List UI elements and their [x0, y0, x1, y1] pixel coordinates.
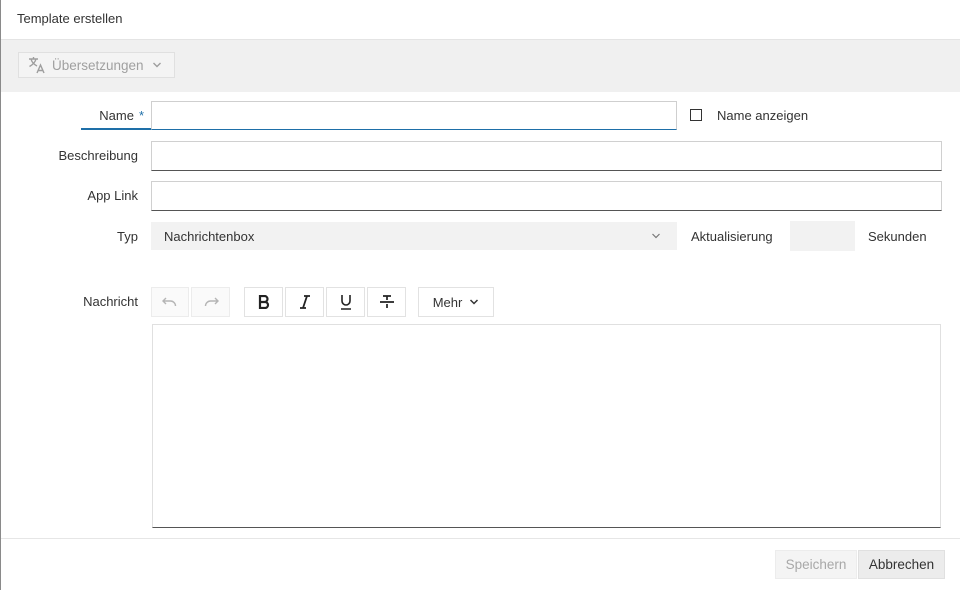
- type-select[interactable]: Nachrichtenbox: [151, 222, 677, 250]
- seconds-label: Sekunden: [868, 229, 927, 244]
- description-label: Beschreibung: [58, 148, 139, 163]
- chevron-down-icon: [152, 62, 161, 68]
- redo-icon: [204, 297, 219, 307]
- cancel-button[interactable]: Abbrechen: [858, 550, 945, 579]
- dialog-title: Template erstellen: [17, 11, 123, 26]
- type-label: Typ: [117, 229, 138, 244]
- dialog-toolbar: Übersetzungen: [1, 39, 960, 92]
- show-name-checkbox[interactable]: [690, 109, 702, 121]
- italic-icon: [299, 295, 310, 309]
- translations-label: Übersetzungen: [52, 57, 144, 73]
- footer-divider: [1, 538, 960, 539]
- name-label-wrap: Name *: [60, 108, 144, 123]
- refresh-interval-input[interactable]: [790, 221, 859, 253]
- translate-icon: [29, 57, 45, 74]
- refresh-interval-field[interactable]: [790, 221, 859, 253]
- message-label: Nachricht: [83, 294, 138, 309]
- refresh-label: Aktualisierung: [691, 229, 773, 244]
- required-marker: *: [138, 108, 144, 123]
- app-link-field[interactable]: [151, 181, 942, 211]
- undo-icon: [162, 297, 177, 307]
- name-input[interactable]: [152, 102, 676, 129]
- more-label: Mehr: [432, 294, 463, 310]
- description-field[interactable]: [151, 141, 942, 171]
- redo-button[interactable]: [191, 287, 230, 317]
- name-label: Name: [99, 108, 134, 123]
- message-editor[interactable]: [152, 324, 941, 528]
- bold-icon: [258, 295, 269, 309]
- bold-button[interactable]: [244, 287, 283, 317]
- strikethrough-icon: [379, 295, 394, 308]
- save-button[interactable]: Speichern: [775, 550, 857, 579]
- app-link-input[interactable]: [152, 182, 941, 210]
- type-value: Nachrichtenbox: [164, 228, 255, 244]
- app-link-label: App Link: [87, 188, 138, 203]
- strikethrough-button[interactable]: [367, 287, 406, 317]
- more-button[interactable]: Mehr: [418, 287, 494, 317]
- name-field[interactable]: [151, 101, 677, 130]
- underline-icon: [340, 295, 351, 310]
- description-input[interactable]: [152, 142, 941, 170]
- name-label-underline: [81, 128, 151, 130]
- show-name-label: Name anzeigen: [717, 108, 809, 123]
- translations-button[interactable]: Übersetzungen: [18, 52, 175, 78]
- undo-button[interactable]: [151, 287, 189, 317]
- underline-button[interactable]: [326, 287, 365, 317]
- italic-button[interactable]: [285, 287, 324, 317]
- chevron-down-icon: [470, 299, 479, 305]
- chevron-down-icon: [652, 233, 660, 239]
